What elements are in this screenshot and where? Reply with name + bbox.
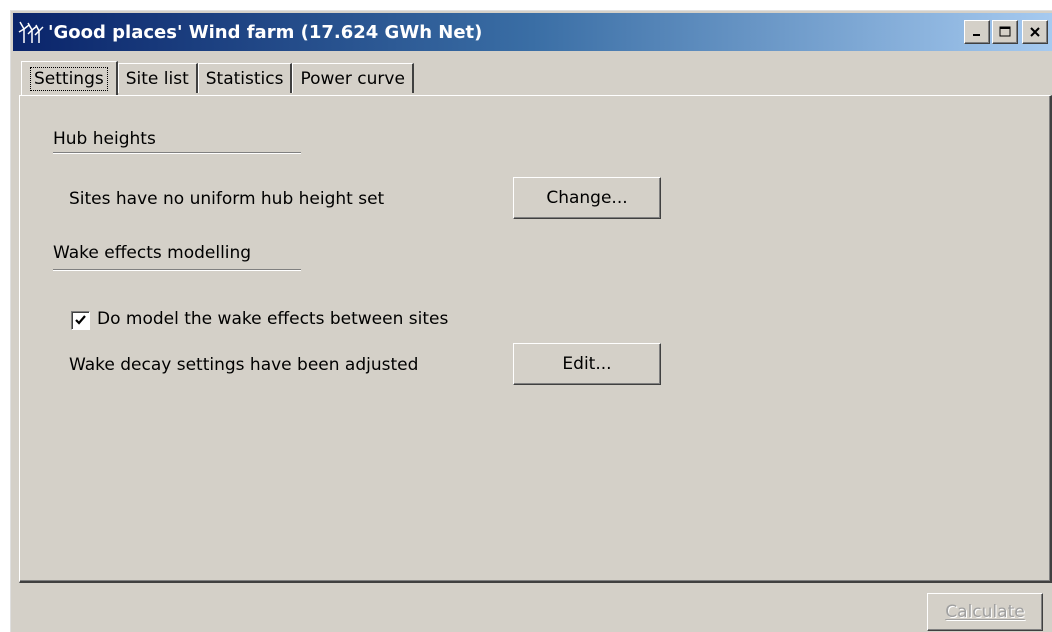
hub-height-status: Sites have no uniform hub height set	[69, 189, 385, 209]
close-button[interactable]	[1022, 20, 1048, 44]
minimize-button[interactable]	[964, 20, 990, 44]
wind-farm-icon	[18, 21, 44, 43]
checkmark-icon	[75, 315, 86, 325]
tab-power-curve[interactable]: Power curve	[292, 63, 414, 93]
close-icon	[1030, 27, 1040, 37]
wake-effects-divider	[53, 269, 301, 271]
tab-statistics-label: Statistics	[205, 68, 284, 89]
settings-panel	[19, 95, 1052, 583]
calculate-button[interactable]: Calculate	[927, 593, 1043, 631]
tab-settings[interactable]: Settings	[21, 61, 118, 95]
model-wake-effects-label[interactable]: Do model the wake effects between sites	[97, 309, 448, 329]
edit-wake-decay-button[interactable]: Edit...	[513, 343, 661, 385]
wake-effects-heading: Wake effects modelling	[53, 243, 252, 263]
title-bar[interactable]: 'Good places' Wind farm (17.624 GWh Net)	[13, 13, 1052, 51]
tab-site-list[interactable]: Site list	[117, 63, 198, 93]
model-wake-effects-checkbox[interactable]	[71, 311, 90, 330]
maximize-button[interactable]	[992, 20, 1018, 44]
window-controls	[962, 20, 1048, 44]
tab-power-curve-label: Power curve	[300, 68, 405, 89]
wake-decay-status: Wake decay settings have been adjusted	[69, 355, 419, 375]
window-title: 'Good places' Wind farm (17.624 GWh Net)	[48, 21, 483, 43]
minimize-icon	[973, 34, 980, 36]
maximize-icon	[999, 26, 1011, 37]
hub-heights-divider	[53, 152, 301, 154]
tab-site-list-label: Site list	[125, 68, 189, 89]
tab-settings-label: Settings	[30, 66, 108, 91]
tab-statistics[interactable]: Statistics	[197, 63, 293, 93]
hub-heights-heading: Hub heights	[53, 129, 156, 149]
tab-strip: Settings Site list Statistics Power curv…	[21, 61, 414, 95]
calculate-label: Calculate	[945, 602, 1025, 622]
change-hub-height-button[interactable]: Change...	[513, 177, 661, 219]
wind-farm-window: 'Good places' Wind farm (17.624 GWh Net)…	[10, 10, 1052, 632]
